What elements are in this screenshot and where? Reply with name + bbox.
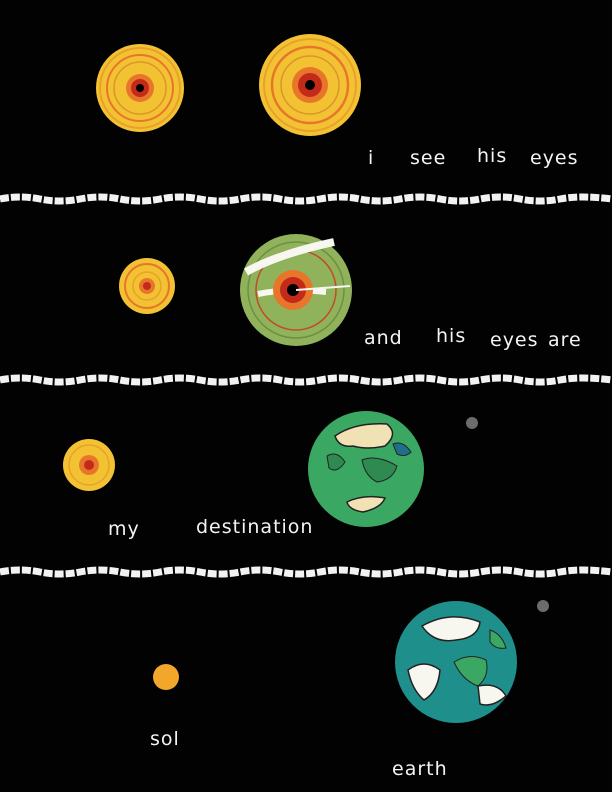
- sun-eye-icon: [63, 439, 115, 491]
- moon-icon: [537, 600, 549, 612]
- small-sun-eye-icon: [119, 258, 175, 314]
- comic-page: i see his eyes and his eyes are my desti…: [0, 0, 612, 792]
- caption-word-his: his: [436, 325, 467, 347]
- caption-word-see: see: [410, 147, 447, 169]
- right-sun-eye-icon: [259, 34, 361, 136]
- divider-2: [0, 374, 612, 386]
- panel-2: and his eyes are: [0, 205, 612, 375]
- moon-icon: [466, 417, 478, 429]
- divider-3: [0, 566, 612, 578]
- caption-word-are: are: [548, 329, 582, 351]
- panel-4: sol earth: [0, 578, 612, 792]
- panel-3: my destination: [0, 386, 612, 562]
- green-eye-icon: [240, 234, 352, 346]
- left-sun-eye-icon: [96, 44, 184, 132]
- panel-1: i see his eyes: [0, 0, 612, 190]
- caption-word-his: his: [477, 145, 508, 167]
- caption-sol: sol: [150, 728, 180, 750]
- earth-icon: [395, 601, 517, 723]
- caption-word-destination: destination: [196, 516, 314, 538]
- caption-word-and: and: [364, 327, 403, 349]
- caption-word-eyes: eyes: [490, 329, 539, 351]
- caption-word-my: my: [108, 518, 140, 540]
- divider-1: [0, 193, 612, 205]
- sun-icon: [153, 664, 179, 690]
- earth-icon: [308, 411, 424, 527]
- caption-word-i: i: [368, 147, 375, 169]
- caption-earth: earth: [392, 758, 448, 780]
- caption-word-eyes: eyes: [530, 147, 579, 169]
